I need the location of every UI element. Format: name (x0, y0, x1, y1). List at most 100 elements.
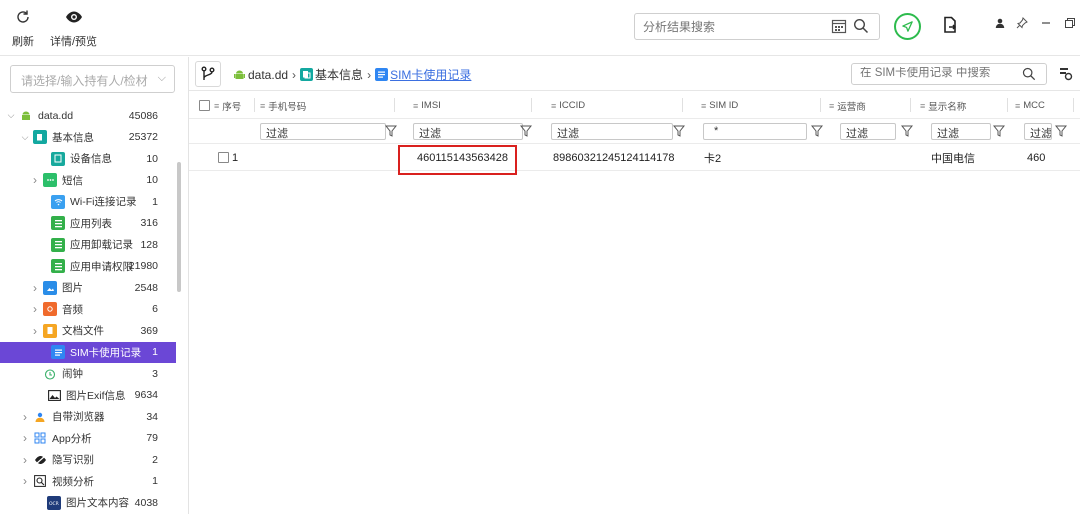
pin-icon[interactable] (1016, 17, 1028, 32)
filter-input-phone[interactable]: 过滤 (260, 123, 386, 140)
sidebar-item-app-uninstall[interactable]: 应用卸载记录 128 (0, 234, 176, 256)
chevron-right-icon[interactable]: › (20, 431, 30, 445)
row-checkbox[interactable] (218, 152, 229, 163)
sidebar-item-document[interactable]: › 文档文件 369 (0, 320, 176, 342)
column-menu-icon[interactable]: ≡ (413, 101, 418, 111)
column-menu-icon[interactable]: ≡ (214, 101, 219, 111)
sidebar-item-wifi[interactable]: Wi-Fi连接记录 1 (0, 191, 176, 213)
column-resizer[interactable] (531, 98, 532, 112)
column-menu-icon[interactable]: ≡ (920, 101, 925, 111)
chevron-right-icon[interactable]: › (20, 474, 30, 488)
send-button[interactable] (894, 13, 921, 40)
select-all-header[interactable]: ≡ 序号 (199, 92, 241, 119)
sidebar-item-sim[interactable]: SIM卡使用记录 1 (0, 341, 176, 363)
filter-icon[interactable] (520, 124, 532, 138)
sidebar-item-basic-info[interactable]: ⌵ 基本信息 25372 (0, 127, 176, 149)
column-resizer[interactable] (820, 98, 821, 112)
sidebar-item-android[interactable]: ⌵ data.dd 45086 (0, 105, 176, 127)
sidebar-item-audio[interactable]: › 音频 6 (0, 299, 176, 321)
sidebar-item-app-permission[interactable]: 应用申请权限 21980 (0, 256, 176, 278)
sidebar-item-exif[interactable]: 图片Exif信息 9634 (0, 385, 176, 407)
chevron-right-icon[interactable]: › (30, 173, 40, 187)
filter-icon[interactable] (811, 124, 823, 138)
cell-imsi[interactable]: 460115143563428 (417, 144, 508, 171)
column-resizer[interactable] (910, 98, 911, 112)
column-header-mcc[interactable]: ≡ MCC (1015, 92, 1045, 119)
column-header-operator[interactable]: ≡ 运营商 (829, 92, 866, 119)
filter-input-imsi[interactable]: 过滤 (413, 123, 523, 140)
breadcrumb-item-current[interactable]: SIM卡使用记录 (390, 66, 471, 83)
column-header-iccid[interactable]: ≡ ICCID (551, 92, 585, 119)
search-icon[interactable] (1022, 67, 1036, 84)
filter-input-mcc[interactable]: 过滤 (1024, 123, 1052, 140)
sidebar-scrollbar[interactable] (177, 162, 181, 292)
owner-select[interactable]: 请选择/输入持有人/检材 ⌵ (10, 65, 175, 93)
cell-display-name[interactable]: 中国电信 (931, 144, 975, 171)
column-menu-icon[interactable]: ≡ (701, 101, 706, 111)
sidebar-item-video-analysis[interactable]: › 视频分析 1 (0, 471, 176, 493)
result-search-input[interactable] (643, 19, 823, 34)
branch-button[interactable] (195, 61, 221, 87)
filter-icon[interactable] (993, 124, 1005, 138)
column-resizer[interactable] (394, 98, 395, 112)
filter-icon[interactable] (673, 124, 685, 138)
filter-input-display-name[interactable]: 过滤 (931, 123, 991, 140)
column-header-phone[interactable]: ≡ 手机号码 (260, 92, 306, 119)
sidebar-item-alarm[interactable]: 闹钟 3 (0, 363, 176, 385)
calendar-icon[interactable] (831, 18, 847, 37)
branch-icon (201, 66, 215, 80)
search-icon[interactable] (853, 18, 869, 37)
filter-input-iccid[interactable]: 过滤 (551, 123, 673, 140)
minimize-icon[interactable] (1041, 17, 1051, 31)
chevron-right-icon[interactable]: › (30, 281, 40, 295)
select-all-checkbox[interactable] (199, 100, 210, 111)
column-resizer[interactable] (1007, 98, 1008, 112)
sidebar-item-stego[interactable]: › 隐写识别 2 (0, 449, 176, 471)
cell-sim-id[interactable]: 卡2 (704, 144, 721, 171)
chevron-down-icon[interactable]: ⌵ (20, 132, 30, 143)
column-header-index[interactable]: 序号 (222, 99, 241, 113)
column-menu-icon[interactable]: ≡ (829, 101, 834, 111)
column-header-imsi[interactable]: ≡ IMSI (413, 92, 441, 119)
filter-icon[interactable] (901, 124, 913, 138)
filter-icon[interactable] (385, 124, 397, 138)
advanced-search-icon[interactable] (1059, 67, 1073, 84)
column-resizer[interactable] (1073, 98, 1074, 112)
detail-preview-button[interactable]: 详情/预览 (50, 6, 97, 49)
breadcrumb-item-basic-info[interactable]: 基本信息 (315, 66, 363, 83)
column-menu-icon[interactable]: ≡ (260, 101, 265, 111)
sidebar-item-sms[interactable]: › 短信 10 (0, 170, 176, 192)
table-row[interactable]: 1 460115143563428 89860321245124114178 卡… (189, 144, 1080, 175)
restore-icon[interactable] (1064, 17, 1076, 32)
chevron-right-icon[interactable]: › (20, 410, 30, 424)
sidebar-item-image[interactable]: › 图片 2548 (0, 277, 176, 299)
cell-iccid[interactable]: 89860321245124114178 (553, 144, 675, 171)
column-header-display-name[interactable]: ≡ 显示名称 (920, 92, 966, 119)
filter-input-operator[interactable]: 过滤 (840, 123, 896, 140)
basic-info-icon (300, 68, 314, 81)
cell-mcc[interactable]: 460 (1027, 144, 1045, 171)
svg-text:OCR: OCR (49, 501, 59, 506)
chevron-right-icon[interactable]: › (30, 302, 40, 316)
sidebar-item-ocr[interactable]: OCR 图片文本内容 4038 (0, 492, 176, 514)
refresh-button[interactable]: 刷新 (12, 6, 34, 49)
chevron-right-icon[interactable]: › (20, 453, 30, 467)
column-menu-icon[interactable]: ≡ (551, 101, 556, 111)
table-search-input[interactable] (860, 67, 1010, 79)
filter-icon[interactable] (1055, 124, 1067, 138)
user-icon[interactable] (995, 17, 1005, 31)
sidebar-item-app-analysis[interactable]: › App分析 79 (0, 428, 176, 450)
column-resizer[interactable] (254, 98, 255, 112)
sidebar-item-browser[interactable]: › 自带浏览器 34 (0, 406, 176, 428)
breadcrumb-item-root[interactable]: data.dd (248, 68, 288, 82)
export-icon[interactable] (943, 16, 957, 37)
sidebar-item-device-info[interactable]: 设备信息 10 (0, 148, 176, 170)
chevron-down-icon[interactable]: ⌵ (6, 110, 16, 121)
row-index-cell[interactable]: 1 (218, 144, 238, 171)
sidebar-item-app-list[interactable]: 应用列表 316 (0, 213, 176, 235)
column-menu-icon[interactable]: ≡ (1015, 101, 1020, 111)
filter-input-sim-id[interactable]: * (703, 123, 807, 140)
chevron-right-icon[interactable]: › (30, 324, 40, 338)
column-resizer[interactable] (682, 98, 683, 112)
column-header-sim-id[interactable]: ≡ SIM ID (701, 92, 738, 119)
